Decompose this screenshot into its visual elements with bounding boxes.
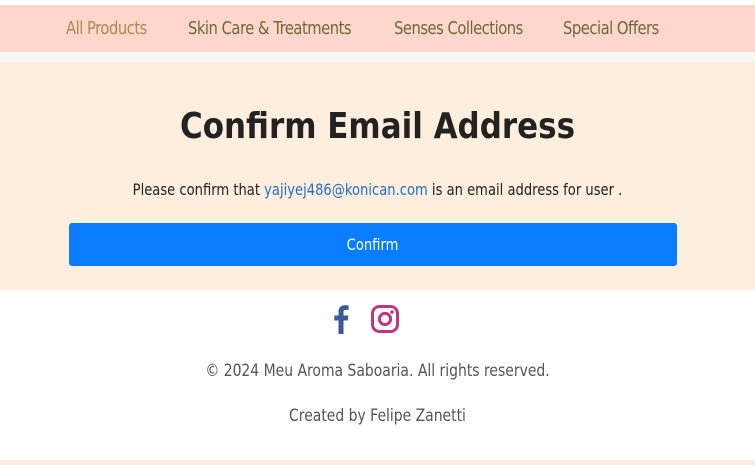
nav-item-senses-collections[interactable]: Senses Collections — [394, 5, 523, 52]
confirm-button-label: Confirm — [347, 235, 399, 254]
confirm-email-section: Confirm Email Address Please confirm tha… — [0, 62, 755, 290]
email-link[interactable]: yajiyej486@konican.com — [264, 180, 428, 199]
facebook-icon[interactable] — [326, 304, 356, 334]
confirm-message: Please confirm that yajiyej486@konican.c… — [68, 180, 687, 199]
page-title: Confirm Email Address — [179, 106, 576, 147]
main-navbar: All Products Skin Care & Treatments Sens… — [0, 5, 755, 52]
confirm-text-after: is an email address for user . — [427, 180, 623, 199]
nav-item-all-products[interactable]: All Products — [66, 5, 147, 52]
section-divider — [0, 52, 755, 62]
nav-item-skin-care[interactable]: Skin Care & Treatments — [188, 5, 352, 52]
credit-text: Created by Felipe Zanetti — [289, 406, 466, 426]
footer: © 2024 Meu Aroma Saboaria. All rights re… — [0, 290, 755, 460]
confirm-text-before: Please confirm that — [132, 180, 265, 199]
instagram-icon[interactable] — [370, 304, 400, 334]
confirm-button[interactable]: Confirm — [69, 223, 677, 266]
nav-item-special-offers[interactable]: Special Offers — [563, 5, 659, 52]
copyright-text: © 2024 Meu Aroma Saboaria. All rights re… — [205, 361, 550, 381]
bottom-strip — [0, 460, 755, 465]
